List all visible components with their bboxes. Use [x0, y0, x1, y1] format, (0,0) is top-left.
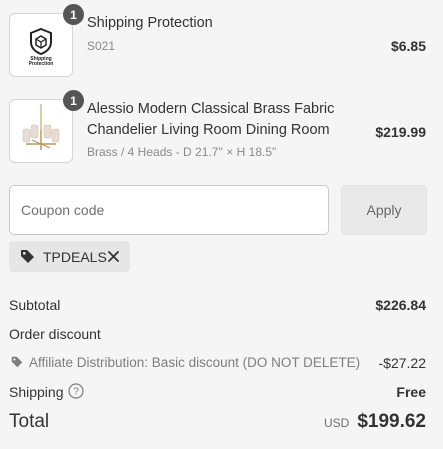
product-thumbnail: [9, 99, 73, 163]
apply-coupon-button[interactable]: Apply: [341, 185, 427, 235]
order-discount-label: Order discount: [9, 326, 101, 342]
quantity-badge: 1: [63, 4, 84, 25]
tag-icon: [21, 250, 34, 263]
coupon-input[interactable]: [9, 185, 329, 235]
total-amount: USD $199.62: [324, 411, 426, 433]
remove-coupon-icon[interactable]: [108, 251, 119, 262]
product-variant: S021: [87, 39, 116, 53]
subtotal-label: Subtotal: [9, 297, 61, 313]
chandelier-image: [22, 104, 60, 150]
product-variant: Brass / 4 Heads - D 21.7'' × H 18.5": [87, 145, 277, 159]
quantity-badge: 1: [63, 90, 84, 111]
help-icon[interactable]: ?: [68, 383, 84, 399]
total-label: Total: [9, 411, 50, 432]
discount-name: Affiliate Distribution: Basic discount (…: [29, 355, 361, 370]
line-item: 1 Alessio Modern Classical Brass Fabric …: [0, 90, 443, 175]
shipping-label: Shipping: [9, 384, 64, 400]
total-value: $199.62: [357, 411, 426, 432]
product-title: Shipping Protection: [87, 15, 213, 31]
product-title-line2: Chandelier Living Room Dining Room: [87, 122, 330, 138]
discount-row: Affiliate Distribution: Basic discount (…: [9, 354, 429, 372]
applied-coupon-chip: TPDEALS: [9, 241, 130, 272]
coupon-code-label: TPDEALS: [43, 249, 107, 265]
currency-code: USD: [323, 416, 350, 430]
product-price: $6.85: [390, 38, 426, 54]
svg-text:?: ?: [73, 387, 79, 398]
product-title: Alessio Modern Classical Brass Fabric: [87, 101, 335, 117]
shield-cube-icon: Shipping Protection: [29, 27, 54, 67]
product-price: $219.99: [375, 124, 426, 140]
shipping-value: Free: [396, 384, 426, 400]
tag-icon: [11, 356, 23, 368]
line-item: Shipping Protection 1 Shipping Protectio…: [0, 0, 443, 85]
discount-value: -$27.22: [378, 355, 426, 371]
subtotal-value: $226.84: [375, 297, 426, 313]
thumbnail-caption: Protection: [29, 61, 54, 67]
product-thumbnail: Shipping Protection: [9, 13, 73, 77]
